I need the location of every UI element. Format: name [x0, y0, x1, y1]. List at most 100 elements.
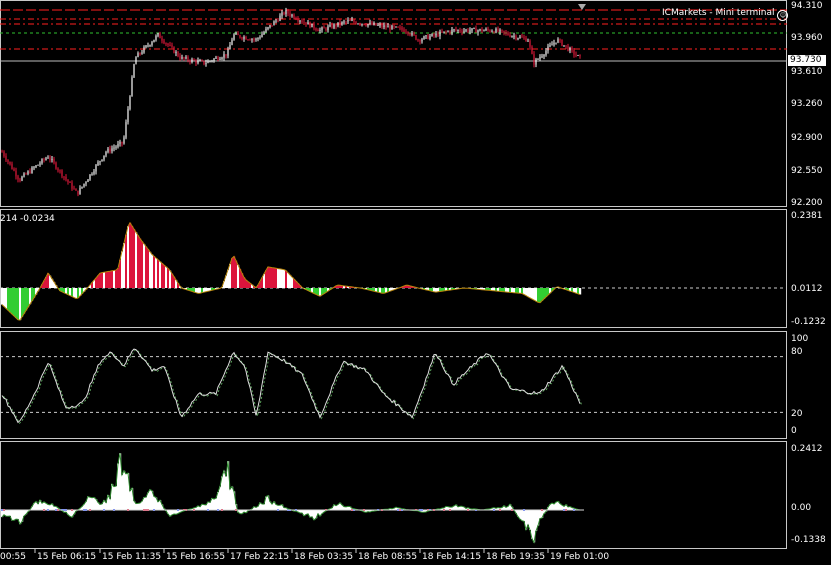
candle-body	[69, 182, 71, 183]
histogram-bar	[141, 241, 144, 288]
histogram-bar	[267, 266, 270, 288]
candle-body	[49, 157, 51, 160]
candle-body	[81, 186, 83, 188]
price-tick: 92.900	[791, 133, 823, 143]
histogram-bar	[137, 503, 140, 510]
time-label: 17 Feb 22:15	[230, 552, 290, 562]
histogram-bar	[15, 510, 18, 520]
histogram-bar	[3, 288, 6, 307]
candle-body	[203, 60, 205, 65]
terminal-header[interactable]: ICMarkets - Mini terminal ☺	[662, 8, 789, 21]
histogram-bar	[21, 288, 24, 317]
indicator3-histogram	[0, 453, 584, 544]
histogram-bar	[157, 501, 160, 510]
histogram-bar	[41, 503, 44, 510]
indicator2-tick: 0	[791, 426, 797, 436]
indicator1-tick: -0.1232	[791, 317, 826, 327]
candle-body	[145, 45, 147, 48]
indicator1-signal-line	[1, 221, 581, 321]
candle-body	[147, 45, 149, 47]
time-label: 15 Feb 06:15	[37, 552, 97, 562]
candle-body	[385, 25, 387, 28]
histogram-bar	[287, 272, 290, 288]
candle-body	[125, 122, 127, 138]
candle-body	[193, 59, 195, 61]
histogram-bar	[91, 497, 94, 510]
candle-body	[47, 157, 49, 159]
histogram-bar	[289, 274, 292, 288]
histogram-bar	[129, 222, 132, 288]
chart-canvas[interactable]	[0, 0, 831, 565]
candle-body	[561, 40, 563, 46]
candle-body	[261, 34, 263, 38]
candle-body	[93, 171, 95, 174]
candle-body	[537, 58, 539, 60]
indicator1-tick: 0.0112	[791, 284, 823, 294]
candle-body	[515, 35, 517, 39]
candle-body	[333, 24, 335, 28]
candle-body	[123, 137, 125, 144]
candle-body	[127, 109, 129, 123]
candle-body	[105, 152, 107, 156]
candle-body	[331, 24, 333, 28]
candle-body	[99, 161, 101, 163]
candle-body	[135, 57, 137, 65]
candle-body	[341, 21, 343, 25]
candle-body	[131, 77, 133, 97]
current-price-box: 93.730	[788, 55, 826, 66]
candle-body	[237, 33, 239, 36]
candle-body	[563, 45, 565, 47]
histogram-bar	[535, 288, 538, 302]
candle-body	[95, 165, 97, 172]
histogram-bar	[49, 504, 52, 510]
candle-body	[513, 35, 515, 37]
candle-body	[197, 60, 199, 63]
candle-body	[263, 32, 265, 35]
candle-body	[365, 24, 367, 26]
candle-body	[35, 165, 37, 168]
histogram-bar	[539, 510, 542, 519]
candle-body	[501, 29, 503, 31]
histogram-bar	[129, 491, 132, 510]
histogram-bar	[541, 288, 544, 301]
candle-body	[345, 21, 347, 23]
candle-body	[383, 25, 385, 27]
candle-body	[217, 57, 219, 60]
scroll-marker-icon[interactable]	[578, 4, 586, 10]
histogram-bar	[527, 288, 530, 297]
candle-body	[183, 57, 185, 59]
histogram-bar	[93, 497, 96, 510]
candle-body	[277, 20, 279, 22]
histogram-bar	[229, 489, 232, 510]
histogram-bar	[271, 504, 274, 510]
candle-body	[337, 22, 339, 27]
candle-body	[267, 27, 269, 29]
candle-body	[169, 45, 171, 46]
candle-body	[241, 37, 243, 39]
candle-body	[405, 31, 407, 33]
histogram-bar	[141, 501, 144, 510]
candle-body	[507, 32, 509, 35]
candle-body	[559, 39, 561, 41]
candle-body	[369, 22, 371, 24]
histogram-bar	[233, 256, 236, 288]
histogram-bar	[99, 273, 102, 288]
candle-body	[371, 22, 373, 25]
candle-body	[133, 64, 135, 78]
candle-body	[31, 167, 33, 173]
candle-body	[243, 37, 245, 39]
candle-body	[3, 151, 5, 157]
candle-body	[353, 20, 355, 22]
candle-body	[273, 21, 275, 26]
candle-body	[233, 34, 235, 40]
histogram-bar	[147, 249, 150, 288]
candle-body	[531, 46, 533, 55]
candle-body	[313, 23, 315, 29]
candle-body	[33, 167, 35, 169]
candle-body	[319, 29, 321, 32]
candle-body	[505, 32, 507, 34]
candle-body	[103, 155, 105, 160]
histogram-bar	[105, 271, 108, 288]
histogram-bar	[107, 271, 110, 288]
candle-body	[121, 141, 123, 144]
